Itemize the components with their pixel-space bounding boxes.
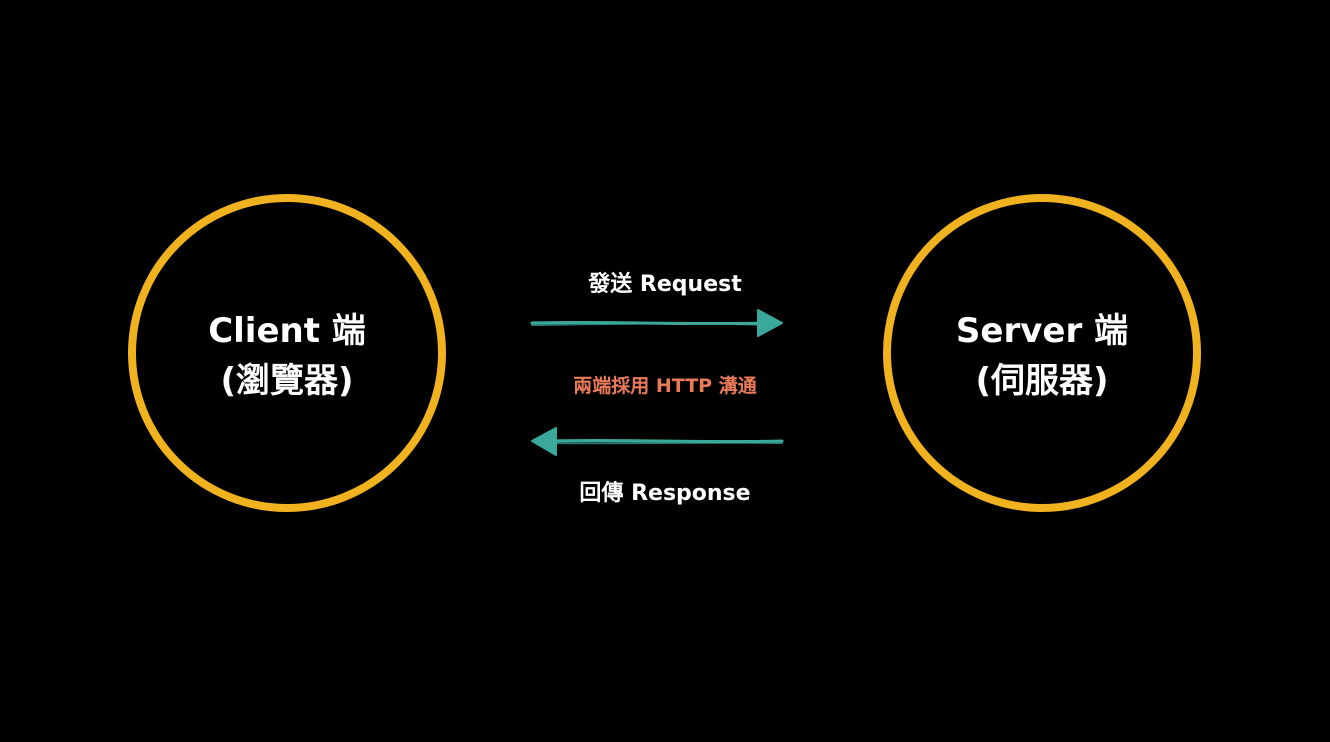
- client-title: Client 端: [208, 311, 366, 351]
- client-subtitle: (瀏覽器): [220, 361, 354, 401]
- server-title: Server 端: [955, 311, 1129, 351]
- server-node: Server 端 (伺服器): [883, 194, 1201, 512]
- request-label: 發送 Request: [588, 272, 742, 297]
- response-arrow: [531, 427, 784, 456]
- protocol-label: 兩端採用 HTTP 溝通: [573, 375, 757, 397]
- server-subtitle: (伺服器): [975, 361, 1109, 401]
- request-arrow: [530, 309, 783, 337]
- response-label: 回傳 Response: [579, 481, 751, 506]
- client-node: Client 端 (瀏覽器): [128, 194, 446, 512]
